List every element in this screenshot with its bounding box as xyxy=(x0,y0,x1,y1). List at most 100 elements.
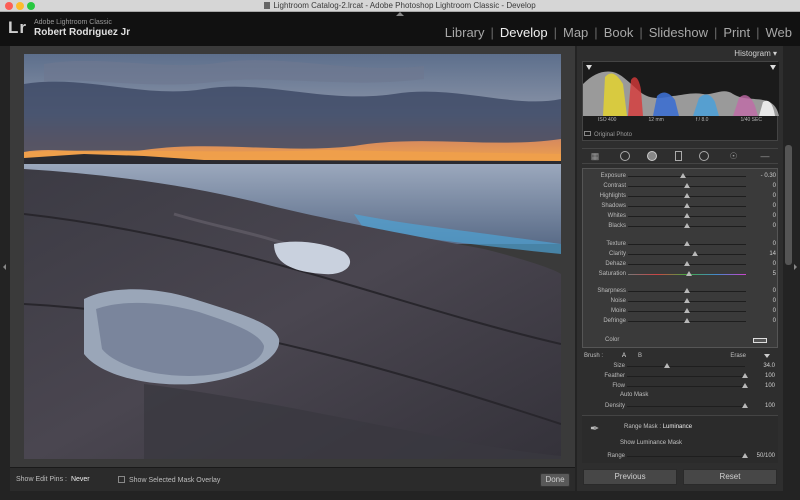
range-mask-range-slider-handle[interactable] xyxy=(742,453,748,458)
defringe-slider-handle[interactable] xyxy=(684,318,690,323)
reset-button[interactable]: Reset xyxy=(683,469,777,485)
brush-size-slider-track[interactable] xyxy=(627,366,745,367)
edit-pins-setting[interactable]: Show Edit Pins : Never xyxy=(16,476,90,483)
dehaze-slider-row[interactable]: Dehaze 0 xyxy=(583,260,779,270)
moire-slider-handle[interactable] xyxy=(684,308,690,313)
whites-slider-handle[interactable] xyxy=(684,213,690,218)
brush-flow-slider-track[interactable] xyxy=(627,386,745,387)
noise-slider-handle[interactable] xyxy=(684,298,690,303)
color-swatch[interactable] xyxy=(753,338,767,343)
sharpness-slider-handle[interactable] xyxy=(684,288,690,293)
previous-button[interactable]: Previous xyxy=(583,469,677,485)
whites-slider-row[interactable]: Whites 0 xyxy=(583,212,779,222)
range-mask-range-slider-value[interactable]: 50/100 xyxy=(757,453,775,459)
pen-icon[interactable]: ✒ xyxy=(590,422,599,435)
module-map[interactable]: Map xyxy=(563,25,588,40)
show-luminance-mask-toggle[interactable]: Show Luminance Mask xyxy=(620,440,682,446)
contrast-slider-value[interactable]: 0 xyxy=(773,183,776,189)
saturation-slider-row[interactable]: Saturation 5 xyxy=(583,270,779,280)
brush-feather-slider-track[interactable] xyxy=(627,376,745,377)
mask-overlay-checkbox[interactable] xyxy=(118,476,125,483)
brush-erase-button[interactable]: Erase xyxy=(730,353,746,359)
spot-removal-icon[interactable] xyxy=(619,151,630,161)
brush-size-slider-row[interactable]: Size 34.0 xyxy=(582,362,778,372)
module-develop[interactable]: Develop xyxy=(500,25,548,40)
range-mask-range-slider-track[interactable] xyxy=(627,456,745,457)
module-slideshow[interactable]: Slideshow xyxy=(649,25,708,40)
sharpness-slider-row[interactable]: Sharpness 0 xyxy=(583,287,779,297)
brush-size-slider-handle[interactable] xyxy=(664,363,671,368)
module-print[interactable]: Print xyxy=(723,25,750,40)
noise-slider-row[interactable]: Noise 0 xyxy=(583,297,779,307)
shadows-slider-handle[interactable] xyxy=(684,203,690,208)
grid-overlay-icon[interactable]: ▦ xyxy=(588,151,602,162)
brush-b-button[interactable]: B xyxy=(638,353,642,359)
right-panel-toggle-icon[interactable] xyxy=(794,264,797,270)
edit-pins-value[interactable]: Never xyxy=(71,476,90,483)
brush-density-slider-value[interactable]: 100 xyxy=(765,403,775,409)
chevron-down-icon[interactable] xyxy=(764,354,770,358)
highlights-slider-row[interactable]: Highlights 0 xyxy=(583,192,779,202)
shadows-slider-value[interactable]: 0 xyxy=(773,203,776,209)
original-photo-toggle[interactable]: Original Photo xyxy=(584,131,632,138)
moire-slider-row[interactable]: Moire 0 xyxy=(583,307,779,317)
moire-slider-value[interactable]: 0 xyxy=(773,308,776,314)
brush-flow-slider-handle[interactable] xyxy=(742,383,748,388)
brush-density-slider-track[interactable] xyxy=(627,406,745,407)
graduated-filter-icon[interactable] xyxy=(674,151,682,161)
adjustment-brush-icon[interactable]: ☉ xyxy=(727,151,741,162)
brush-density-slider-row[interactable]: Density 100 xyxy=(582,402,778,412)
left-panel-toggle-icon[interactable] xyxy=(3,264,6,270)
contrast-slider-row[interactable]: Contrast 0 xyxy=(583,182,779,192)
panel-scrollbar[interactable] xyxy=(785,145,792,265)
exposure-slider-row[interactable]: Exposure - 0.30 xyxy=(583,172,779,182)
blacks-slider-value[interactable]: 0 xyxy=(773,223,776,229)
brush-size-slider-value[interactable]: 34.0 xyxy=(763,363,775,369)
clarity-slider-row[interactable]: Clarity 14 xyxy=(583,250,779,260)
module-web[interactable]: Web xyxy=(766,25,793,40)
clarity-slider-handle[interactable] xyxy=(692,251,699,256)
highlights-slider-handle[interactable] xyxy=(684,193,690,198)
saturation-slider-value[interactable]: 5 xyxy=(773,271,776,277)
module-library[interactable]: Library xyxy=(445,25,485,40)
exposure-slider-value[interactable]: - 0.30 xyxy=(761,173,776,179)
brush-feather-slider-row[interactable]: Feather 100 xyxy=(582,372,778,382)
texture-slider-row[interactable]: Texture 0 xyxy=(583,240,779,250)
clarity-slider-track[interactable] xyxy=(628,254,746,255)
texture-slider-value[interactable]: 0 xyxy=(773,241,776,247)
done-button[interactable]: Done xyxy=(540,473,570,487)
whites-slider-value[interactable]: 0 xyxy=(773,213,776,219)
mask-overlay-toggle[interactable]: Show Selected Mask Overlay xyxy=(118,476,220,484)
brush-density-slider-handle[interactable] xyxy=(742,403,748,408)
radial-filter-icon[interactable] xyxy=(699,151,709,161)
contrast-slider-handle[interactable] xyxy=(684,183,690,188)
sharpness-slider-value[interactable]: 0 xyxy=(773,288,776,294)
brush-a-button[interactable]: A xyxy=(622,353,626,359)
top-panel-toggle-icon[interactable] xyxy=(396,12,404,16)
brush-flow-slider-row[interactable]: Flow 100 xyxy=(582,382,778,392)
range-mask-selector[interactable]: Range Mask : Luminance xyxy=(624,424,692,430)
image-canvas[interactable] xyxy=(10,46,575,467)
photo-preview[interactable] xyxy=(24,54,561,459)
brush-flow-slider-value[interactable]: 100 xyxy=(765,383,775,389)
brush-feather-slider-value[interactable]: 100 xyxy=(765,373,775,379)
dehaze-slider-value[interactable]: 0 xyxy=(773,261,776,267)
clarity-slider-value[interactable]: 14 xyxy=(769,251,776,257)
highlights-slider-value[interactable]: 0 xyxy=(773,193,776,199)
blacks-slider-row[interactable]: Blacks 0 xyxy=(583,222,779,232)
color-row[interactable]: Color xyxy=(583,336,779,346)
shadows-slider-row[interactable]: Shadows 0 xyxy=(583,202,779,212)
histogram[interactable] xyxy=(582,61,779,141)
blacks-slider-handle[interactable] xyxy=(684,223,690,228)
brush-feather-slider-handle[interactable] xyxy=(742,373,748,378)
exposure-slider-handle[interactable] xyxy=(680,173,687,178)
defringe-slider-value[interactable]: 0 xyxy=(773,318,776,324)
exposure-slider-track[interactable] xyxy=(628,176,746,177)
red-eye-icon[interactable] xyxy=(647,151,657,161)
auto-mask-toggle[interactable]: Auto Mask xyxy=(620,392,648,398)
range-mask-range-slider-row[interactable]: Range 50/100 xyxy=(582,452,778,462)
module-book[interactable]: Book xyxy=(604,25,634,40)
saturation-slider-handle[interactable] xyxy=(686,271,693,276)
texture-slider-handle[interactable] xyxy=(684,241,690,246)
noise-slider-value[interactable]: 0 xyxy=(773,298,776,304)
